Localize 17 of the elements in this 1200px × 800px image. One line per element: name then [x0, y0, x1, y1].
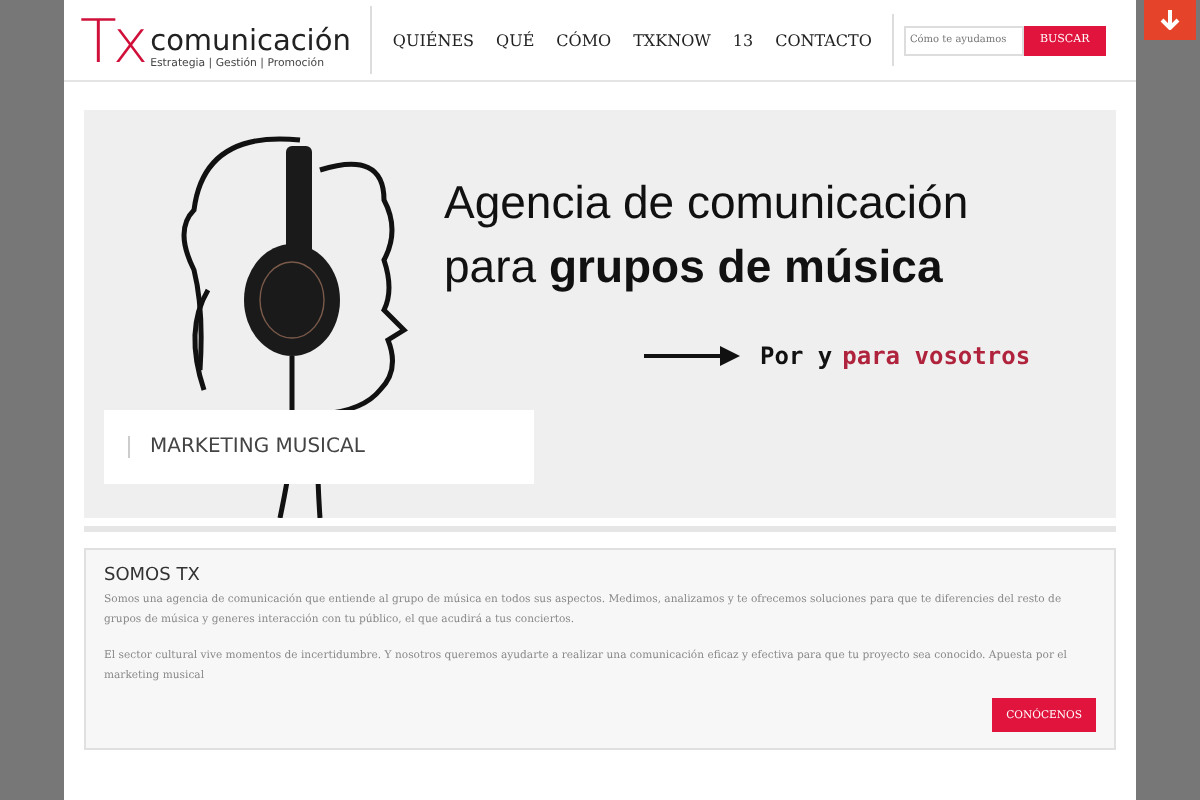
- arrow-icon: [644, 344, 740, 368]
- nav-link[interactable]: QUIÉNES: [392, 31, 475, 49]
- section-title: SOMOS TX: [104, 566, 202, 586]
- headline: Agencia de comunicación: [444, 174, 971, 232]
- tagline: Por y: [760, 342, 833, 370]
- arrow-down-icon: [1160, 10, 1180, 30]
- nav-link[interactable]: CÓMO: [556, 31, 612, 49]
- nav-link[interactable]: CONTACTO: [775, 31, 872, 49]
- headline: para grupos de música: [444, 238, 945, 296]
- scroll-down-button[interactable]: [1144, 0, 1196, 40]
- caption-text: MARKETING MUSICAL: [128, 436, 365, 458]
- nav-link[interactable]: QUÉ: [496, 31, 535, 49]
- nav-link[interactable]: TXKNOW: [633, 31, 711, 49]
- logo-name: comunicación: [150, 26, 351, 58]
- tagline-accent: para vosotros: [842, 342, 1031, 370]
- nav-link[interactable]: 13: [732, 31, 754, 49]
- logo-mark: Tx: [80, 14, 145, 74]
